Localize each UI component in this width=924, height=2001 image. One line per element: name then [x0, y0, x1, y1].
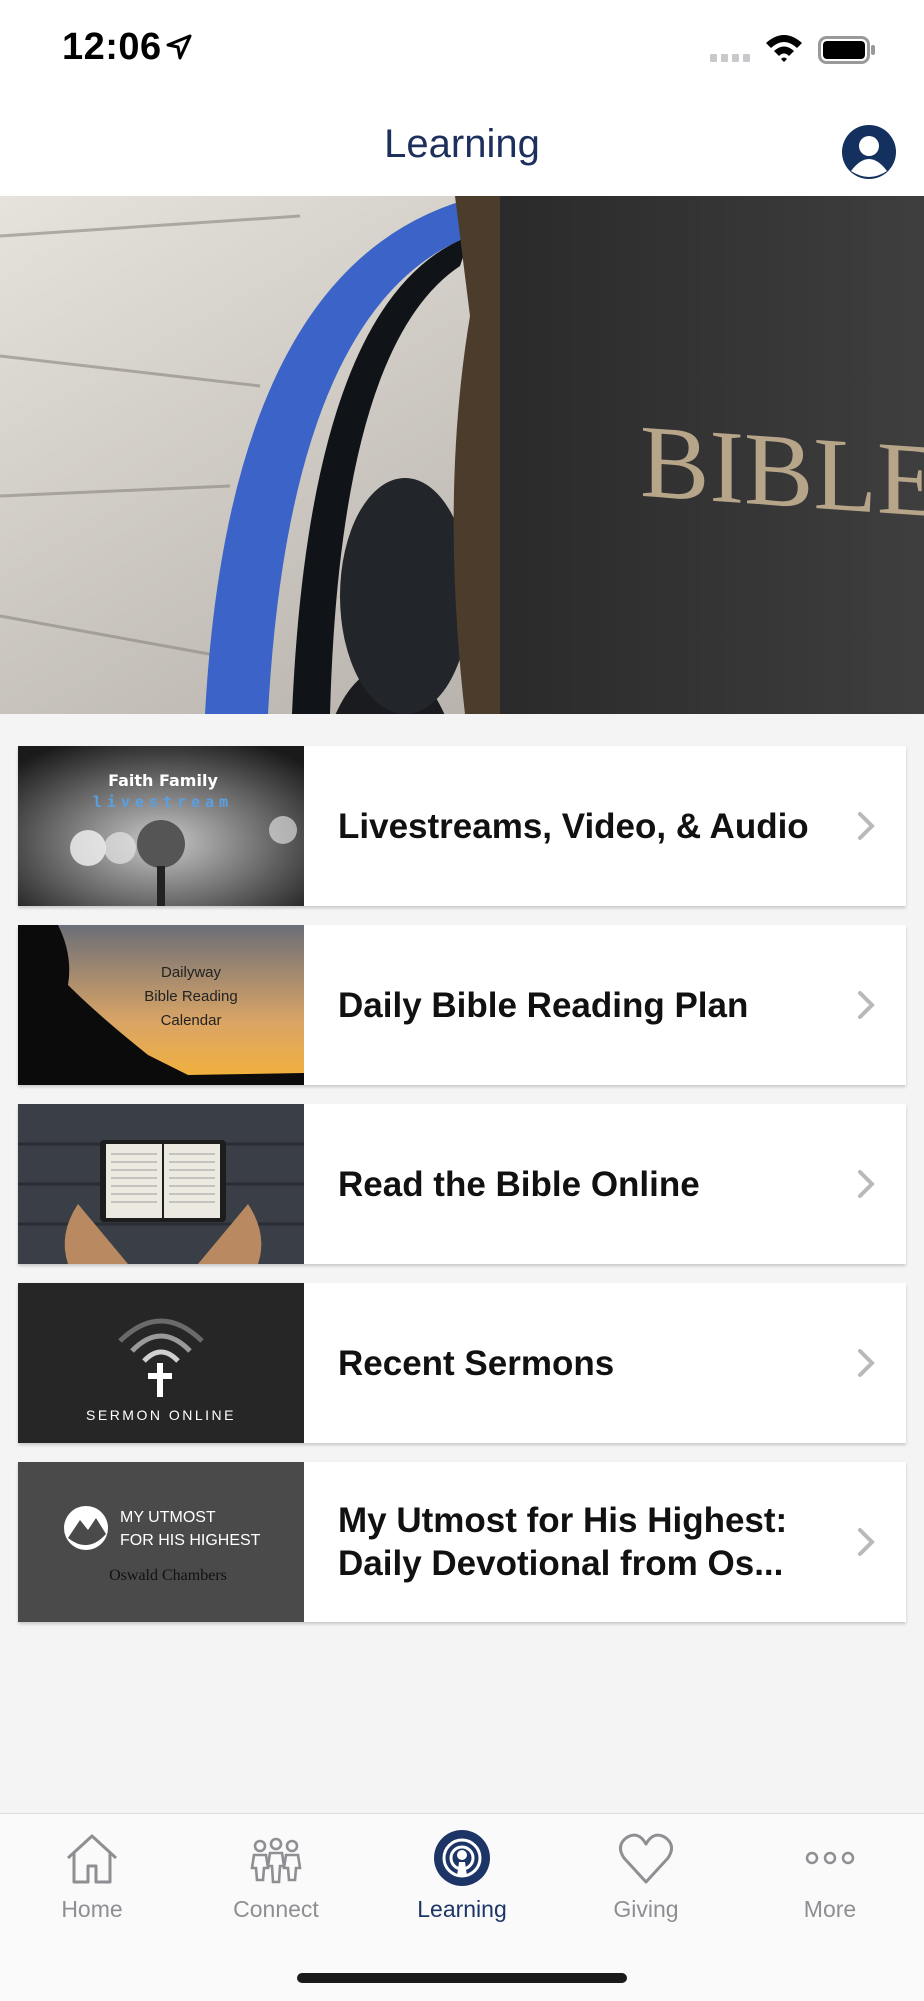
bible-cover-text: BIBLE: [640, 403, 924, 540]
reading-plan-thumb-line1: Dailyway: [161, 964, 222, 981]
open-bible-thumbnail: [18, 1104, 304, 1264]
tab-connect[interactable]: Connect: [184, 1814, 368, 1954]
utmost-thumb-line1: MY UTMOST: [120, 1509, 216, 1526]
list-item-label: Read the Bible Online: [338, 1164, 700, 1204]
chevron-right-icon: [858, 1170, 875, 1198]
tab-more[interactable]: More: [738, 1814, 922, 1954]
livestream-thumbnail: Faith Family livestream: [18, 746, 304, 906]
tab-label: Connect: [233, 1896, 319, 1922]
livestream-thumb-subtitle: livestream: [93, 793, 233, 811]
list-item-label: Daily Bible Reading Plan: [338, 985, 749, 1025]
status-bar: 12:06: [0, 0, 924, 100]
chevron-right-icon: [858, 812, 875, 840]
utmost-thumb-author: Oswald Chambers: [109, 1567, 227, 1584]
chevron-right-icon: [858, 991, 875, 1019]
battery-icon: [818, 36, 875, 64]
list-item-sermons[interactable]: Sermon Online Recent Sermons: [18, 1283, 906, 1443]
nav-header: Learning: [0, 100, 924, 196]
tab-label: Giving: [613, 1896, 679, 1922]
heart-icon: [619, 1833, 673, 1884]
list-item-reading-plan[interactable]: Dailyway Bible Reading Calendar Daily Bi…: [18, 925, 906, 1085]
people-icon: [250, 1837, 302, 1884]
home-icon: [66, 1834, 118, 1884]
cellular-signal-icon: [710, 54, 752, 62]
livestream-thumb-title: Faith Family: [108, 771, 218, 790]
reading-plan-thumbnail: Dailyway Bible Reading Calendar: [18, 925, 304, 1085]
sermon-online-thumbnail: Sermon Online: [18, 1283, 304, 1443]
home-indicator[interactable]: [297, 1973, 627, 1983]
reading-plan-thumb-line3: Calendar: [161, 1012, 222, 1029]
tab-label: Learning: [417, 1896, 507, 1922]
podcast-icon: [434, 1830, 490, 1886]
tab-learning[interactable]: Learning: [370, 1814, 554, 1954]
more-dots-icon: [805, 1851, 855, 1865]
profile-icon[interactable]: [842, 125, 896, 179]
reading-plan-thumb-line2: Bible Reading: [144, 988, 237, 1005]
tab-home[interactable]: Home: [0, 1814, 184, 1954]
list-item-livestreams[interactable]: Faith Family livestream Livestreams, Vid…: [18, 746, 906, 906]
tab-giving[interactable]: Giving: [554, 1814, 738, 1954]
list-item-read-bible[interactable]: Read the Bible Online: [18, 1104, 906, 1264]
wifi-icon: [766, 35, 802, 62]
location-arrow-icon: [166, 34, 192, 60]
list-item-label: My Utmost for His Highest: Daily Devotio…: [338, 1501, 788, 1583]
status-time: 12:06: [62, 26, 162, 68]
my-utmost-thumbnail: MY UTMOST FOR HIS HIGHEST Oswald Chamber…: [18, 1462, 304, 1622]
list-item-label: Livestreams, Video, & Audio: [338, 806, 809, 846]
list-item-label: Recent Sermons: [338, 1343, 615, 1383]
tab-label: More: [803, 1896, 857, 1922]
tab-label: Home: [61, 1896, 123, 1922]
page-title: Learning: [384, 122, 540, 166]
hero-image: BIBLE: [0, 196, 924, 714]
list-item-my-utmost[interactable]: MY UTMOST FOR HIS HIGHEST Oswald Chamber…: [18, 1462, 906, 1622]
chevron-right-icon: [858, 1349, 875, 1377]
chevron-right-icon: [858, 1528, 875, 1556]
utmost-thumb-line2: FOR HIS HIGHEST: [120, 1532, 261, 1549]
sermon-thumb-text: Sermon Online: [86, 1407, 236, 1423]
